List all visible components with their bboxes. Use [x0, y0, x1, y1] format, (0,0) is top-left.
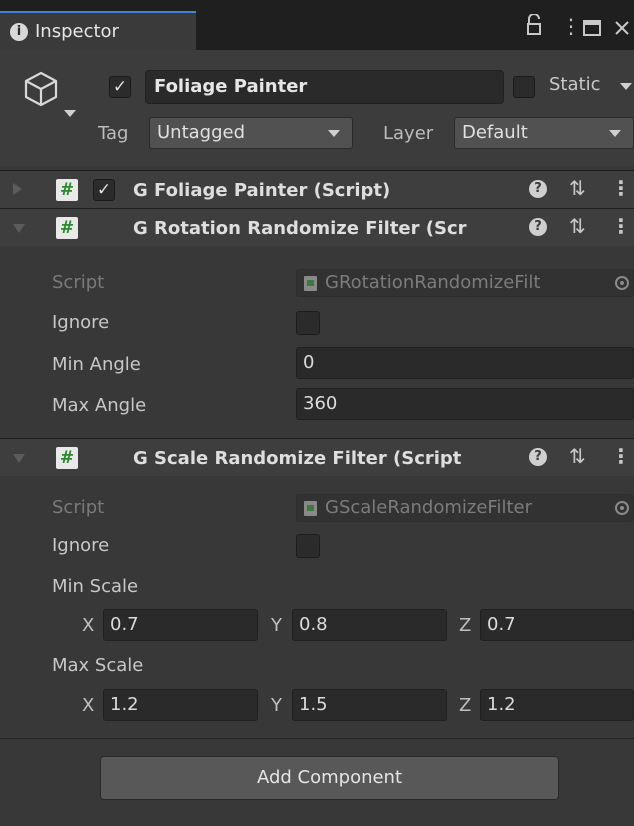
ignore-label: Ignore [52, 535, 110, 556]
static-label[interactable]: Static [549, 74, 600, 95]
presets-icon[interactable]: ⇅ [569, 214, 586, 238]
max-angle-label: Max Angle [52, 395, 147, 416]
max-scale-x-label[interactable]: X [82, 695, 94, 716]
kebab-menu-icon[interactable]: ⋮ [611, 214, 631, 238]
kebab-menu-icon[interactable]: ⋮ [611, 444, 631, 468]
script-icon: # [56, 179, 78, 201]
add-component-button[interactable]: Add Component [100, 756, 559, 800]
component-title: G Rotation Randomize Filter (Scr [133, 218, 467, 239]
script-label: Script [52, 272, 105, 293]
max-angle-input[interactable]: 360 [296, 388, 634, 420]
help-icon[interactable]: ? [529, 448, 547, 466]
component-header-foliage-painter[interactable]: # ✓ G Foliage Painter (Script) ? ⇅ ⋮ [0, 170, 634, 208]
script-object-field[interactable]: GScaleRandomizeFilter [296, 494, 634, 522]
divider [0, 738, 634, 739]
component-title: G Foliage Painter (Script) [133, 180, 391, 201]
static-checkbox[interactable] [513, 76, 535, 98]
script-label: Script [52, 497, 105, 518]
layer-value: Default [462, 122, 528, 143]
min-scale-x-input[interactable]: 0.7 [103, 609, 258, 641]
kebab-menu-icon[interactable]: ⋮ [561, 14, 581, 38]
tag-value: Untagged [157, 122, 246, 143]
chevron-down-icon[interactable] [64, 110, 76, 117]
component-title: G Scale Randomize Filter (Script [133, 448, 462, 469]
script-icon: # [56, 447, 78, 469]
min-scale-x-label[interactable]: X [82, 615, 94, 636]
ignore-checkbox[interactable] [296, 534, 320, 558]
foldout-arrow-icon[interactable] [13, 454, 25, 463]
component-enabled-checkbox[interactable]: ✓ [93, 179, 115, 201]
max-scale-x-input[interactable]: 1.2 [103, 689, 258, 721]
object-picker-icon[interactable] [615, 276, 629, 290]
ignore-label: Ignore [52, 312, 110, 333]
active-checkbox[interactable]: ✓ [109, 76, 131, 98]
component-header-rotation-filter[interactable]: # G Rotation Randomize Filter (Scr ? ⇅ ⋮ [0, 208, 634, 246]
object-picker-icon[interactable] [615, 501, 629, 515]
presets-icon[interactable]: ⇅ [569, 444, 586, 468]
script-object-field[interactable]: GRotationRandomizeFilt [296, 269, 634, 297]
info-icon: i [10, 22, 28, 41]
min-scale-label: Min Scale [52, 576, 139, 597]
min-scale-y-input[interactable]: 0.8 [292, 609, 447, 641]
max-scale-y-input[interactable]: 1.5 [292, 689, 447, 721]
tab-bar: i Inspector ⋮ [0, 0, 634, 50]
max-scale-z-label[interactable]: Z [459, 695, 471, 716]
ignore-checkbox[interactable] [296, 311, 320, 335]
foldout-arrow-icon[interactable] [13, 224, 25, 233]
min-scale-z-input[interactable]: 0.7 [480, 609, 634, 641]
script-file-icon [304, 276, 317, 291]
component-header-scale-filter[interactable]: # G Scale Randomize Filter (Script ? ⇅ ⋮ [0, 438, 634, 476]
script-value: GScaleRandomizeFilter [325, 497, 532, 518]
close-icon[interactable] [614, 17, 630, 41]
max-scale-z-input[interactable]: 1.2 [480, 689, 634, 721]
presets-icon[interactable]: ⇅ [569, 176, 586, 200]
max-scale-y-label[interactable]: Y [271, 695, 282, 716]
script-value: GRotationRandomizeFilt [325, 272, 541, 293]
scale-filter-body: Script GScaleRandomizeFilter Ignore Min … [0, 477, 634, 737]
cube-icon[interactable] [22, 70, 60, 113]
max-scale-label: Max Scale [52, 655, 144, 676]
layer-label: Layer [383, 123, 434, 144]
static-dropdown-arrow-icon[interactable] [620, 83, 632, 90]
script-file-icon [304, 501, 317, 516]
tab-label: Inspector [35, 21, 119, 42]
kebab-menu-icon[interactable]: ⋮ [611, 176, 631, 200]
layer-dropdown[interactable]: Default [454, 117, 634, 149]
min-angle-label: Min Angle [52, 354, 141, 375]
lock-icon[interactable] [526, 13, 542, 41]
maximize-icon[interactable] [583, 17, 601, 41]
tag-label: Tag [98, 123, 129, 144]
help-icon[interactable]: ? [529, 180, 547, 198]
rotation-filter-body: Script GRotationRandomizeFilt Ignore Min… [0, 247, 634, 432]
foldout-arrow-icon[interactable] [13, 183, 22, 195]
chevron-down-icon [328, 130, 340, 137]
tag-dropdown[interactable]: Untagged [149, 117, 353, 149]
tab-inspector[interactable]: i Inspector [0, 11, 196, 50]
chevron-down-icon [609, 130, 621, 137]
gameobject-name-input[interactable]: Foliage Painter [145, 70, 504, 104]
min-angle-input[interactable]: 0 [296, 347, 634, 379]
min-scale-y-label[interactable]: Y [271, 615, 282, 636]
help-icon[interactable]: ? [529, 218, 547, 236]
min-scale-z-label[interactable]: Z [459, 615, 471, 636]
script-icon: # [56, 217, 78, 239]
